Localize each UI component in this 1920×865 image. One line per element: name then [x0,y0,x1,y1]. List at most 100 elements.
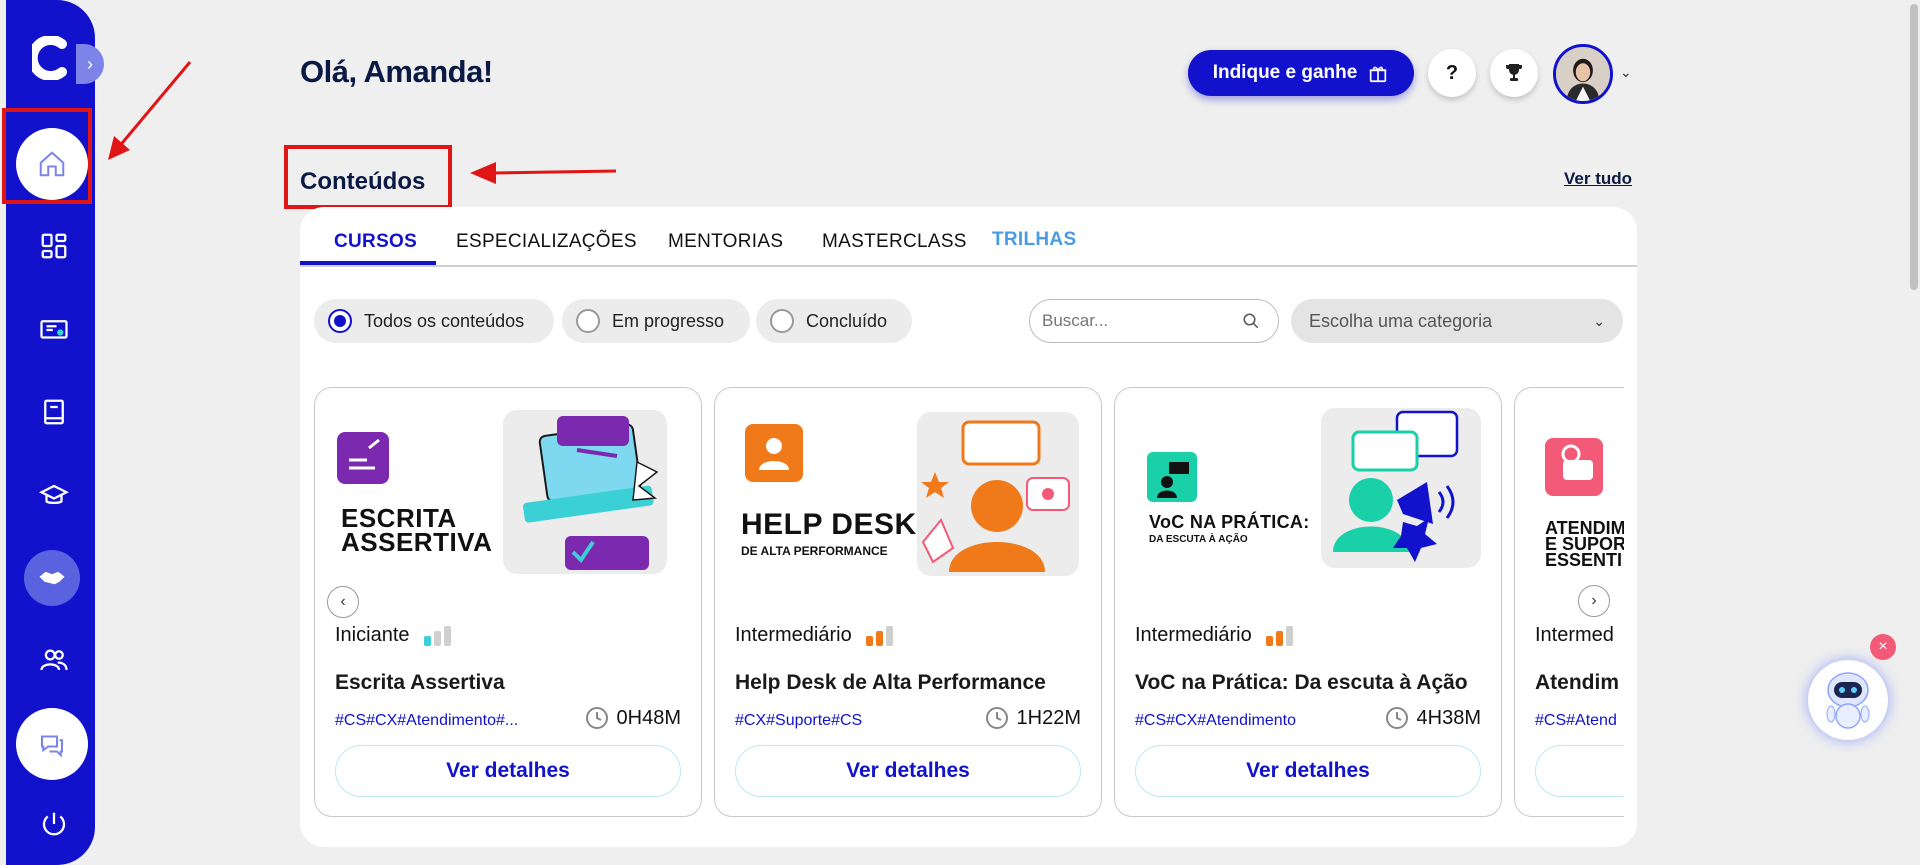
refer-and-earn-button[interactable]: Indique e ganhe [1188,50,1414,96]
cover-text: ESCRITA ASSERTIVA [341,505,493,557]
cover-line-1: HELP DESK [741,508,917,541]
tab-masterclass[interactable]: MASTERCLASS [822,231,967,253]
course-tags: #CS#Atend [1535,712,1617,729]
carousel-next-button[interactable]: › [1578,585,1610,617]
tab-specializations[interactable]: ESPECIALIZAÇÕES [456,231,637,253]
chat-bubbles-icon [41,735,63,758]
achievements-button[interactable] [1490,49,1538,97]
course-title: Help Desk de Alta Performance [735,671,1046,694]
filter-label: Todos os conteúdos [364,310,525,331]
search-input[interactable] [1042,311,1242,331]
course-duration: 0H48M [585,706,681,730]
course-card: HELP DESK DE ALTA PERFORMANCE Intermediá… [714,387,1102,817]
chevron-down-icon: ⌄ [1593,312,1605,329]
course-duration: 1H22M [985,706,1081,730]
filter-label: Em progresso [612,310,725,331]
course-carousel: ESCRITA ASSERTIVA ‹ Iniciante Escrita As… [314,387,1624,819]
tab-trails[interactable]: TRILHAS [992,229,1076,251]
filter-in-progress[interactable]: Em progresso [562,299,750,343]
page-scrollbar[interactable] [1910,4,1918,290]
search-box[interactable] [1029,299,1279,343]
course-card: VoC NA PRÁTICA: DA ESCUTA À AÇÃO Interme… [1114,387,1502,817]
course-title: Atendim [1535,671,1619,694]
trophy-icon [1505,64,1523,81]
level-label: Intermed [1535,624,1614,646]
user-avatar[interactable] [1553,44,1613,104]
duration-value: 1H22M [1016,706,1081,729]
view-details-button[interactable]: Ver detalhes [735,745,1081,797]
search-icon[interactable] [1242,312,1260,330]
avatar-photo [1556,47,1610,101]
filter-completed[interactable]: Concluído [756,299,912,343]
annotation-arrow-home [108,61,192,160]
section-title: Conteúdos [300,168,426,195]
course-duration: 4H38M [1385,706,1481,730]
refer-label: Indique e ganhe [1212,62,1358,83]
course-tags: #CX#Suporte#CS [735,712,863,729]
graduation-cap-icon [39,484,69,504]
radio-unselected[interactable] [576,309,600,333]
cover-line-3: ESSENTI [1545,550,1623,570]
sidebar-item-learning[interactable] [30,472,78,520]
active-tab-indicator [300,261,436,265]
grid-icon [41,233,67,259]
see-all-link[interactable]: Ver tudo [1564,169,1632,189]
tab-courses[interactable]: CURSOS [334,231,417,253]
chevron-down-icon[interactable]: ⌄ [1620,64,1632,81]
content-tabs: CURSOS ESPECIALIZAÇÕES MENTORIAS MASTERC… [300,207,1637,267]
sidebar-item-logout[interactable] [30,800,78,848]
cover-text: VoC NA PRÁTICA: DA ESCUTA À AÇÃO [1149,512,1310,545]
view-details-button[interactable]: Ver detalhes [1135,745,1481,797]
cover-subline: DA ESCUTA À AÇÃO [1149,534,1248,545]
power-icon [42,812,66,836]
course-tags: #CS#CX#Atendimento#... [335,712,519,729]
brand-logo [32,36,67,80]
cover-line-2: ASSERTIVA [341,527,493,557]
clock-icon [985,707,1008,729]
sidebar-item-partners[interactable] [24,550,80,606]
level-bars-icon [865,625,893,646]
sidebar-item-dashboard[interactable] [30,222,78,270]
course-card: ESCRITA ASSERTIVA ‹ Iniciante Escrita As… [314,387,702,817]
chatbot-button[interactable] [1808,660,1888,740]
course-title: Escrita Assertiva [335,671,505,694]
radio-unselected[interactable] [770,309,794,333]
category-select[interactable]: Escolha uma categoria ⌄ [1291,299,1623,343]
close-chatbot-button[interactable]: × [1870,634,1896,660]
course-level: Intermediário [1135,624,1293,647]
filter-all[interactable]: Todos os conteúdos [314,299,554,343]
handshake-icon [39,571,65,585]
contents-panel: CURSOS ESPECIALIZAÇÕES MENTORIAS MASTERC… [300,207,1637,847]
annotation-box-home [2,108,92,204]
clock-icon [585,707,608,729]
sidebar-item-community[interactable] [30,636,78,684]
cover-line-1: VoC NA PRÁTICA: [1149,512,1310,532]
tab-mentorships[interactable]: MENTORIAS [668,231,783,253]
view-details-button[interactable]: Ver detalhes [335,745,681,797]
sidebar-item-chat[interactable] [16,708,88,780]
level-label: Iniciante [335,624,410,646]
help-label: ? [1445,61,1459,84]
course-cover-image [1127,402,1491,582]
filter-label: Concluído [806,310,888,331]
view-details-button[interactable] [1535,745,1624,797]
sidebar-item-certificates[interactable] [30,306,78,354]
gift-icon [1370,66,1387,83]
course-title: VoC na Prática: Da escuta à Ação [1135,671,1468,694]
annotation-arrow-contents [470,162,617,184]
level-bars-icon [423,625,451,646]
category-placeholder: Escolha uma categoria [1309,310,1493,331]
help-button[interactable]: ? [1428,49,1476,97]
level-label: Intermediário [1135,624,1252,646]
robot-icon [1826,672,1870,729]
book-icon [44,399,64,425]
chevron-left-icon: ‹ [340,593,346,610]
course-level: Intermed [1535,624,1614,647]
radio-selected[interactable] [328,309,352,333]
sidebar-item-library[interactable] [30,388,78,436]
users-icon [40,649,68,671]
carousel-prev-button[interactable]: ‹ [327,586,359,618]
level-bars-icon [1265,625,1293,646]
chevron-right-icon: › [1591,592,1597,609]
course-level: Iniciante [335,624,451,647]
